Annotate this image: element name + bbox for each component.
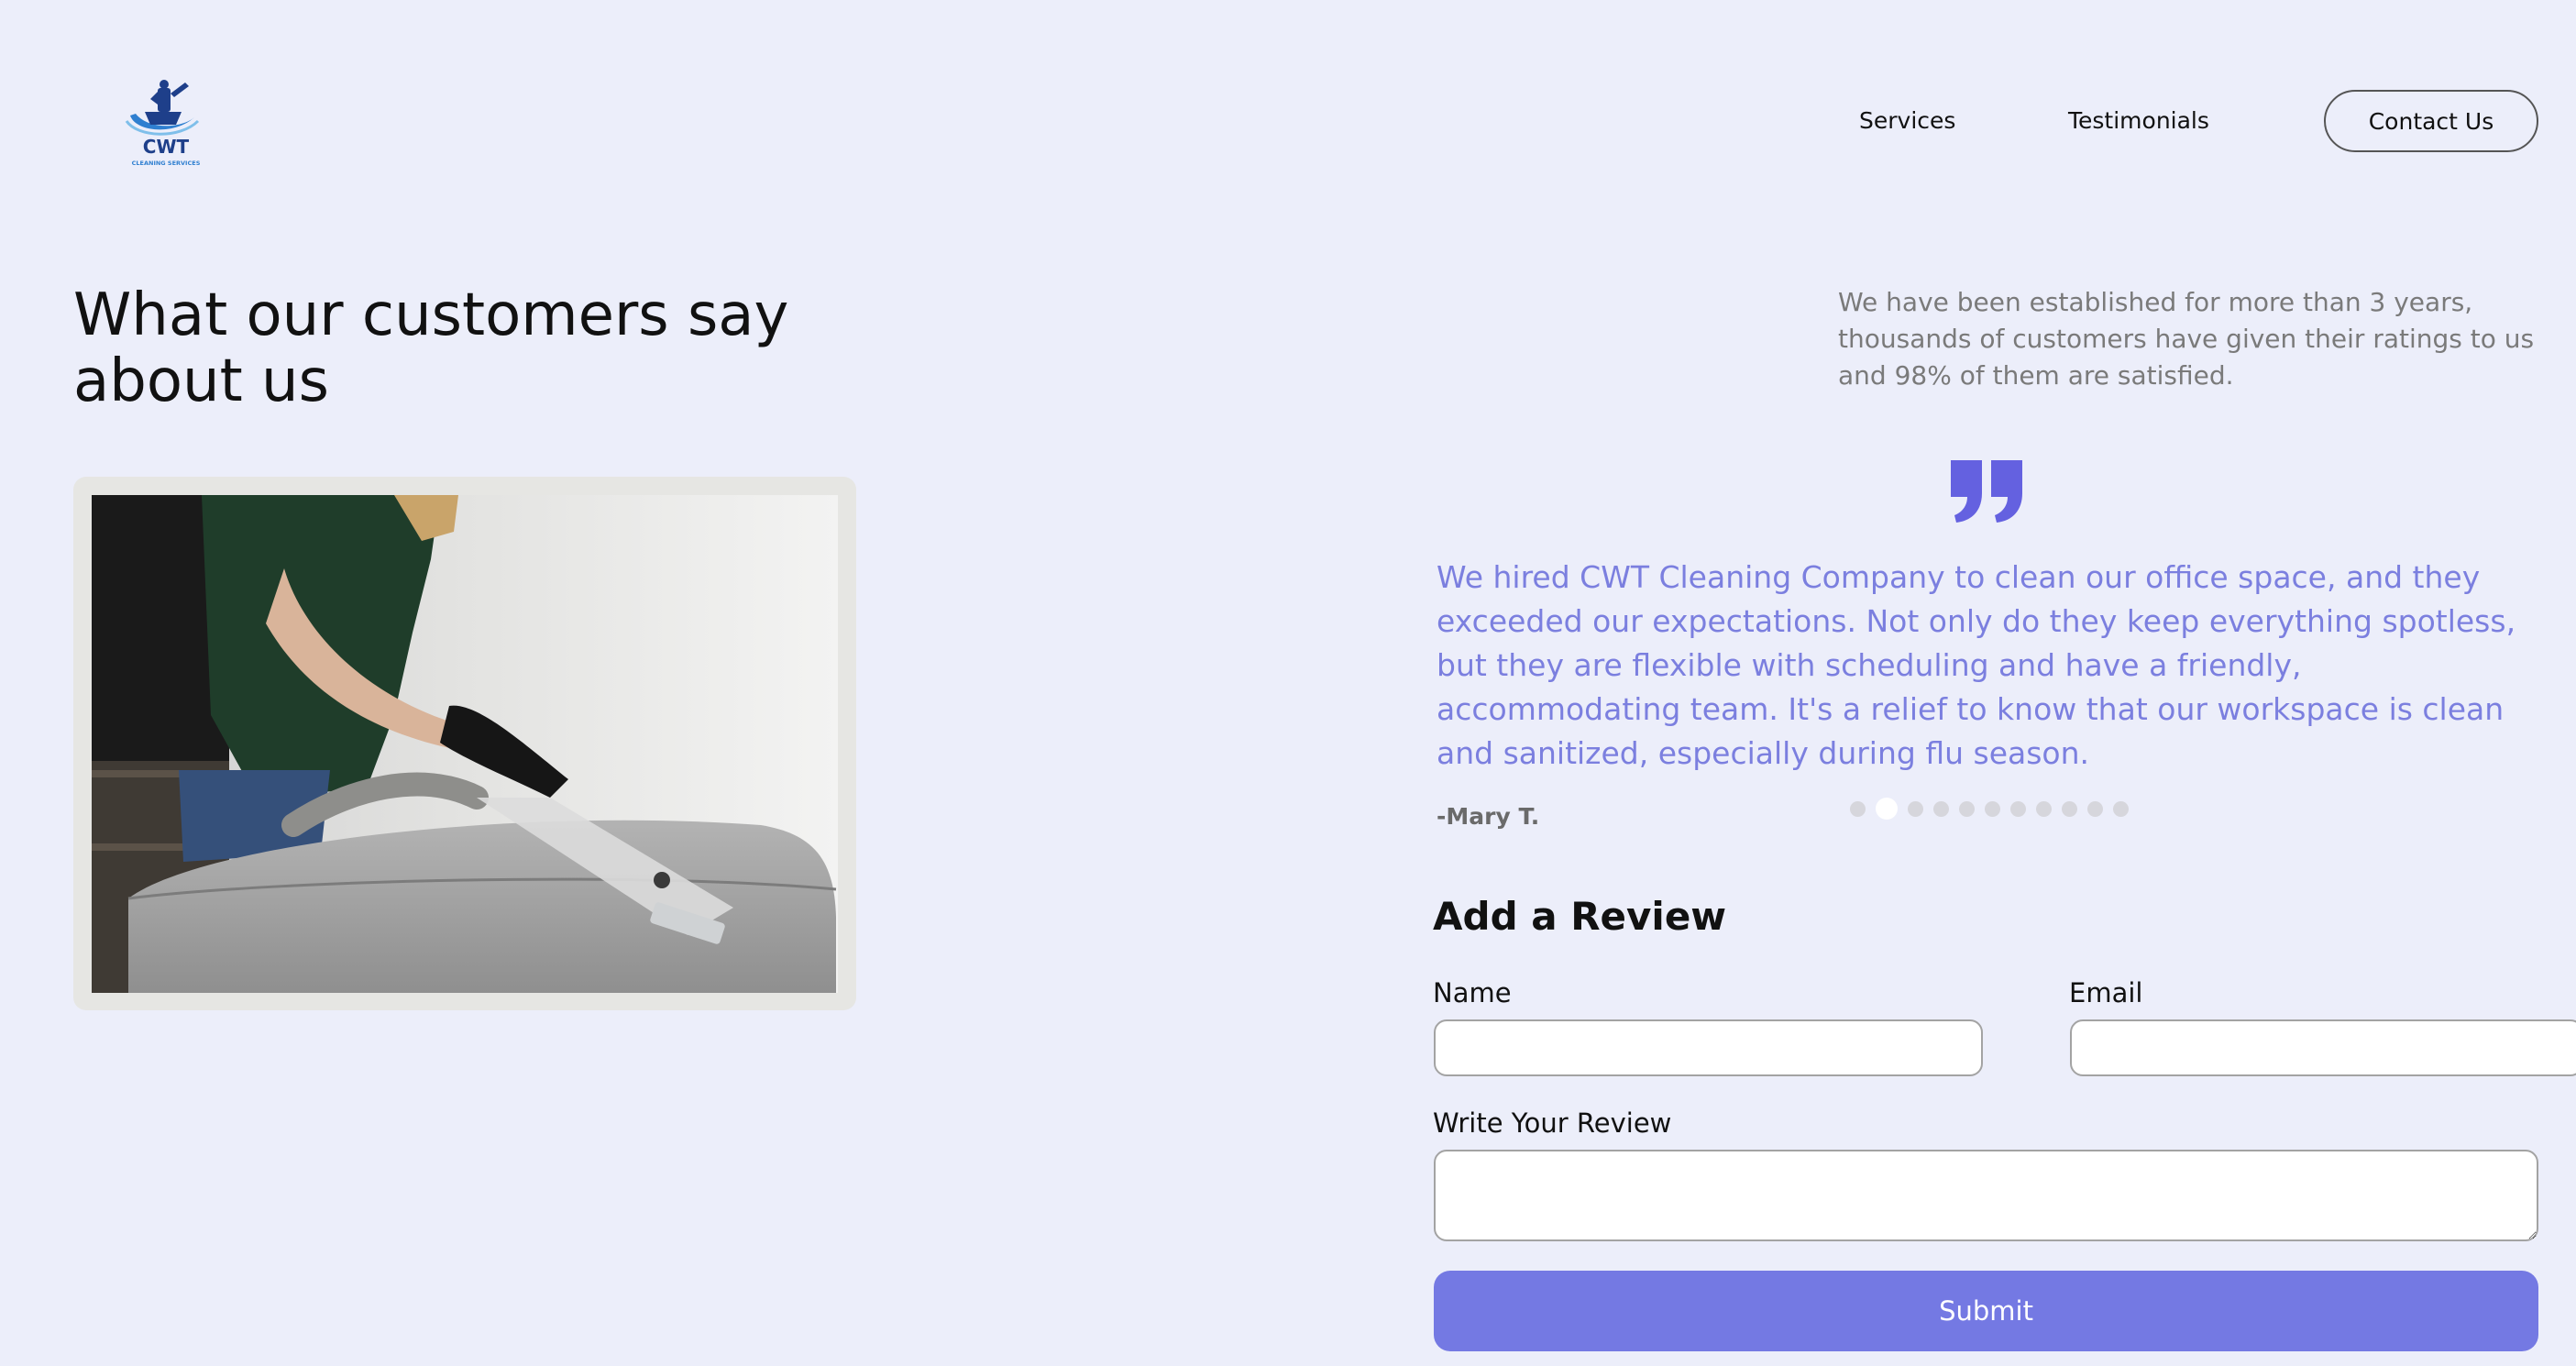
carousel-dot[interactable]	[1985, 800, 2000, 817]
name-input[interactable]	[1434, 1019, 1983, 1076]
contact-us-button[interactable]: Contact Us	[2324, 90, 2538, 152]
carousel-dot[interactable]	[2113, 800, 2129, 817]
carousel-dot[interactable]	[1933, 800, 1949, 817]
intro-text: We have been established for more than 3…	[1838, 287, 2535, 391]
review-label: Write Your Review	[1433, 1107, 1672, 1139]
page: CWT CLEANING SERVICES Services Testimoni…	[0, 0, 2576, 1366]
carousel-dot[interactable]	[2087, 800, 2103, 817]
svg-text:CWT: CWT	[143, 136, 190, 158]
section-title: What our customers say about us	[73, 281, 789, 415]
carousel-dot[interactable]	[1908, 800, 1923, 817]
email-label: Email	[2069, 977, 2143, 1008]
company-logo[interactable]: CWT CLEANING SERVICES	[117, 72, 215, 169]
nav-services-link[interactable]: Services	[1859, 103, 1955, 139]
svg-text:CLEANING SERVICES: CLEANING SERVICES	[132, 160, 201, 167]
carousel-dot[interactable]	[2062, 800, 2077, 817]
carousel-dot[interactable]	[1959, 800, 1975, 817]
testimonial-author: -Mary T.	[1437, 803, 1540, 830]
carousel-dots	[1850, 798, 2129, 820]
carousel-dot[interactable]	[1850, 800, 1866, 817]
review-form-title: Add a Review	[1433, 894, 1727, 939]
testimonial-quote: We hired CWT Cleaning Company to clean o…	[1437, 559, 2516, 771]
carousel-dot[interactable]	[2036, 800, 2052, 817]
name-label: Name	[1433, 977, 1512, 1008]
photo-frame	[73, 477, 856, 1010]
submit-button[interactable]: Submit	[1434, 1271, 2538, 1351]
upholstery-cleaning-image	[92, 495, 838, 993]
closing-quote-icon	[1949, 458, 2024, 524]
carousel-dot[interactable]	[2010, 800, 2026, 817]
cwt-logo-icon: CWT CLEANING SERVICES	[125, 80, 201, 167]
email-input[interactable]	[2070, 1019, 2576, 1076]
carousel-dot[interactable]	[1876, 798, 1898, 820]
review-textarea[interactable]	[1434, 1150, 2538, 1241]
cleaning-photo	[92, 495, 838, 993]
nav-testimonials-link[interactable]: Testimonials	[2068, 103, 2209, 139]
